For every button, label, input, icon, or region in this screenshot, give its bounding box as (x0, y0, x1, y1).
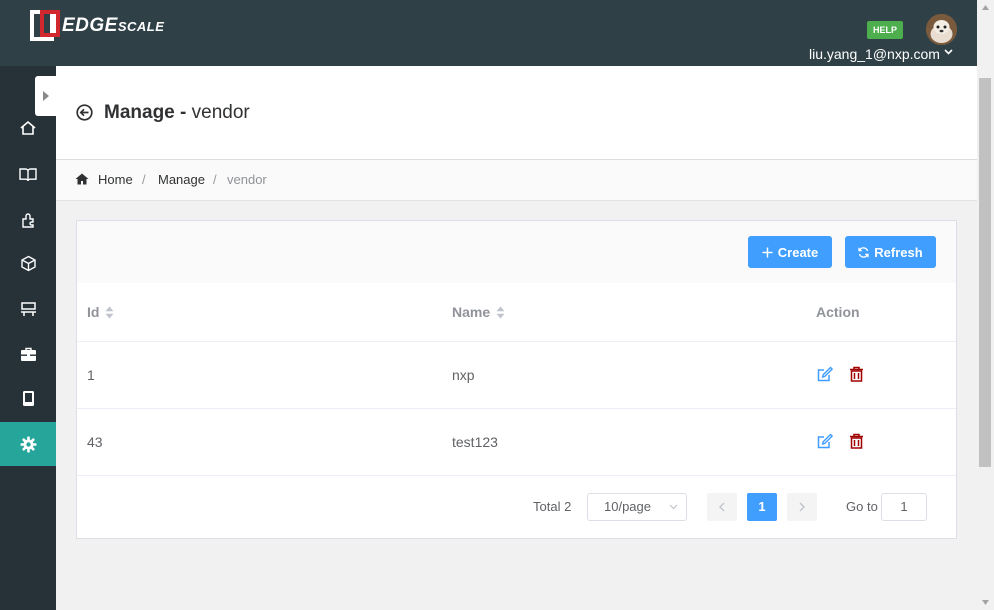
help-button[interactable]: HELP (867, 21, 903, 39)
logo-mark-icon (30, 10, 60, 41)
goto-label: Go to (846, 499, 878, 514)
cell-name: nxp (452, 367, 475, 383)
breadcrumb-home[interactable]: Home (98, 172, 133, 187)
breadcrumb-current: vendor (227, 172, 267, 187)
sidebar-item-tools[interactable] (0, 332, 56, 376)
prev-page-button[interactable] (707, 493, 737, 521)
sidebar-toggle-button[interactable] (35, 76, 56, 116)
toolbox-icon (20, 347, 36, 361)
row-divider (77, 475, 956, 476)
pagination-total: Total 2 (533, 499, 572, 514)
scroll-down-icon[interactable] (982, 600, 989, 605)
sort-icon[interactable] (105, 306, 114, 319)
home-icon (20, 120, 36, 135)
edit-icon[interactable] (817, 433, 833, 449)
sidebar-item-devices[interactable] (0, 287, 56, 331)
avatar-image (926, 14, 957, 45)
avatar[interactable] (926, 14, 957, 45)
edit-icon[interactable] (817, 366, 833, 382)
breadcrumb-separator: / (142, 172, 146, 187)
create-button[interactable]: Create (748, 236, 832, 268)
chevron-right-icon (799, 502, 805, 512)
scroll-up-icon[interactable] (982, 5, 989, 10)
puzzle-icon (21, 212, 34, 228)
breadcrumb-manage[interactable]: Manage (158, 172, 205, 187)
next-page-button[interactable] (787, 493, 817, 521)
page-header: Manage - vendor (56, 66, 977, 160)
column-header-action: Action (816, 304, 860, 320)
cell-id: 43 (87, 434, 103, 450)
tablet-icon (22, 390, 34, 406)
page-number-button[interactable]: 1 (747, 493, 777, 521)
breadcrumb-separator: / (213, 172, 217, 187)
chevron-left-icon (719, 502, 725, 512)
gear-icon (20, 436, 36, 452)
plus-icon (762, 247, 773, 257)
caret-right-icon (42, 91, 49, 101)
refresh-button[interactable]: Refresh (845, 236, 936, 268)
vendor-table-card: Create Refresh Id Name Action 1 nxp 43 t… (76, 220, 957, 539)
row-divider (77, 408, 956, 409)
sort-icon[interactable] (496, 306, 505, 319)
sidebar-item-solutions[interactable] (0, 241, 56, 285)
brand-logo[interactable]: EDGESCALE (30, 10, 164, 41)
page-size-select[interactable]: 10/page (587, 493, 687, 521)
breadcrumb: Home / Manage / vendor (56, 160, 977, 201)
home-icon (75, 173, 89, 185)
trash-icon[interactable] (849, 433, 864, 449)
brand-name: EDGESCALE (62, 14, 165, 36)
sidebar-item-mobile[interactable] (0, 376, 56, 420)
sidebar-item-docs[interactable] (0, 152, 56, 196)
refresh-icon (858, 246, 869, 258)
user-email[interactable]: liu.yang_1@nxp.com (809, 46, 940, 62)
chevron-down-icon[interactable] (944, 49, 953, 55)
cube-icon (20, 255, 36, 271)
back-arrow-icon[interactable] (76, 104, 93, 121)
sidebar-item-settings[interactable] (0, 422, 56, 466)
book-icon (19, 167, 37, 181)
trash-icon[interactable] (849, 366, 864, 382)
sidebar (0, 66, 56, 610)
top-bar: EDGESCALE HELP liu.yang_1@nxp.com (0, 0, 994, 66)
column-header-id[interactable]: Id (87, 304, 114, 320)
row-divider (77, 341, 956, 342)
column-header-name[interactable]: Name (452, 304, 505, 320)
chevron-down-icon (669, 504, 678, 510)
scrollbar-thumb[interactable] (979, 78, 991, 467)
sidebar-item-apps[interactable] (0, 197, 56, 241)
table-toolbar: Create Refresh (77, 221, 956, 283)
device-stack-icon (20, 302, 36, 316)
page-title: Manage - vendor (104, 102, 250, 123)
goto-page-input[interactable]: 1 (881, 493, 927, 521)
cell-id: 1 (87, 367, 95, 383)
cell-name: test123 (452, 434, 498, 450)
